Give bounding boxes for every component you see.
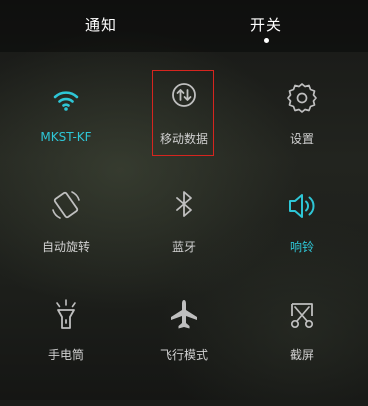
- auto-rotate-icon: [46, 188, 86, 228]
- toggle-bluetooth[interactable]: 蓝牙: [123, 188, 245, 298]
- highlight-annotation-box: [152, 70, 214, 156]
- toggle-wifi[interactable]: MKST-KF: [5, 80, 127, 190]
- toggle-screenshot[interactable]: 截屏: [241, 296, 363, 406]
- toggle-label: 手电筒: [47, 348, 84, 362]
- tab-notifications[interactable]: 通知: [51, 14, 151, 35]
- toggle-ring[interactable]: 响铃: [241, 188, 363, 298]
- ring-volume-icon: [282, 188, 322, 228]
- toggle-flashlight[interactable]: 手电筒: [5, 296, 127, 406]
- airplane-mode-icon: [164, 296, 204, 336]
- toggle-label: 响铃: [289, 240, 314, 254]
- settings-gear-icon: [282, 80, 322, 120]
- toggle-settings[interactable]: 设置: [241, 80, 363, 190]
- toggle-label: 自动旋转: [41, 240, 90, 254]
- toggle-airplane-mode[interactable]: 飞行模式: [123, 296, 245, 406]
- panel-tab-bar: 通知 开关: [0, 0, 368, 52]
- toggle-label: 截屏: [289, 348, 314, 362]
- screenshot-icon: [282, 296, 322, 336]
- toggle-label: 设置: [289, 132, 314, 146]
- flashlight-icon: [46, 296, 86, 336]
- toggle-label: 蓝牙: [171, 240, 196, 254]
- wifi-icon: [46, 80, 86, 120]
- bluetooth-icon: [164, 188, 204, 228]
- toggle-auto-rotate[interactable]: 自动旋转: [5, 188, 127, 298]
- toggle-label: 飞行模式: [159, 348, 208, 362]
- toggle-label: MKST-KF: [40, 130, 92, 144]
- tab-toggles[interactable]: 开关: [216, 14, 316, 35]
- active-tab-indicator: [264, 38, 269, 43]
